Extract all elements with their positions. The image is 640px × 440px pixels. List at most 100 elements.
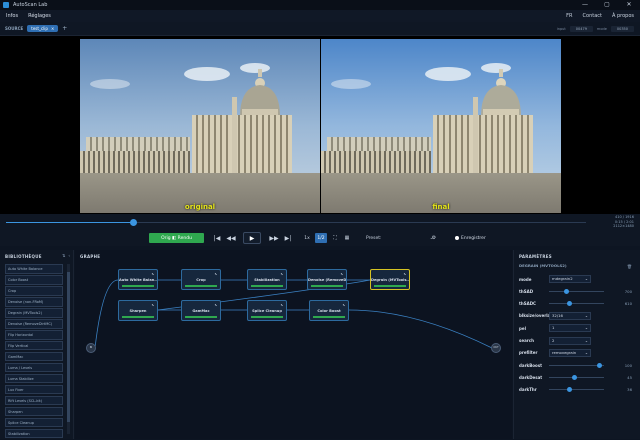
node-toggle-icon[interactable]: ⬉: [342, 303, 345, 307]
library-item[interactable]: Flip Horizontal: [5, 329, 63, 340]
library-item[interactable]: Denoise (non-FRoM): [5, 296, 63, 307]
library-item[interactable]: Degrain (MVTools2): [5, 307, 63, 318]
graph-node[interactable]: ⬉ Degrain (MVTools…: [370, 269, 410, 290]
fast-forward-icon[interactable]: ▶▶: [268, 233, 280, 243]
graph-node[interactable]: ⬉ Auto White Balan…: [118, 269, 158, 290]
param-value: removegrain: [552, 349, 577, 355]
skip-start-icon[interactable]: |◀: [212, 233, 222, 243]
graph-node[interactable]: ⬉ GamMac: [181, 300, 221, 321]
close-button[interactable]: ✕: [618, 0, 640, 10]
library-item[interactable]: Splice Cleanup: [5, 417, 63, 428]
compare-toggle-button[interactable]: Orig ◧ Rendu: [149, 233, 204, 243]
graph-node[interactable]: ⬉ Splice Cleanup: [247, 300, 287, 321]
node-toggle-icon[interactable]: ⬉: [280, 303, 283, 307]
chevron-down-icon: ⌄: [584, 276, 588, 281]
gear-icon[interactable]: ⚙: [430, 233, 438, 243]
node-toggle-icon[interactable]: ⬉: [214, 303, 217, 307]
param-slider[interactable]: [549, 288, 604, 294]
source-bar: SOURCE test_clip × + input 00479 mode 00…: [0, 22, 640, 36]
frame-counter: 410 / 1916: [615, 215, 634, 219]
library-scrollbar[interactable]: [67, 264, 70, 434]
final-preview[interactable]: final: [321, 39, 561, 213]
skip-end-icon[interactable]: ▶|: [283, 233, 293, 243]
collapse-icon[interactable]: ‹: [68, 253, 70, 258]
library-item[interactable]: Auto White Balance: [5, 264, 63, 274]
library-item[interactable]: Lux Fixer: [5, 384, 63, 395]
param-value: mdegrain2: [552, 276, 573, 281]
sort-icon[interactable]: ⇅: [62, 253, 65, 258]
menu-settings[interactable]: Réglages: [28, 13, 51, 19]
fullscreen-icon[interactable]: ⛶: [331, 233, 339, 243]
language-toggle[interactable]: FR: [566, 13, 572, 19]
param-value: 700: [624, 288, 632, 294]
timeline-scrubber[interactable]: [130, 219, 138, 226]
node-toggle-icon[interactable]: ⬉: [403, 272, 406, 276]
library-item[interactable]: Sharpen: [5, 406, 63, 417]
node-toggle-icon[interactable]: ⬉: [151, 303, 154, 307]
library-list: Auto White Balance Color Boost Crop Denoise…: [5, 264, 63, 440]
param-label: darkDesat: [519, 374, 543, 380]
param-row-prefilter: prefilter removegrain ⌄: [519, 348, 637, 358]
library-item[interactable]: Denoise (RemoveDirtMC): [5, 318, 63, 329]
param-select[interactable]: 2 ⌄: [549, 336, 591, 345]
speed-1x-button[interactable]: 1x: [302, 233, 312, 243]
preset-selector[interactable]: Preset: ⌄: [366, 233, 433, 243]
add-source-button[interactable]: +: [62, 25, 67, 32]
library-item[interactable]: Rift Levels (SCL-kit): [5, 395, 63, 406]
library-item[interactable]: Crop: [5, 285, 63, 296]
minimize-button[interactable]: —: [574, 0, 596, 10]
param-label: darkThr: [519, 387, 537, 393]
speed-half-button[interactable]: 1/2: [315, 233, 327, 243]
library-item[interactable]: Luma Stabilize: [5, 373, 63, 384]
param-select[interactable]: 1 ⌄: [549, 324, 591, 333]
node-toggle-icon[interactable]: ⬉: [340, 272, 343, 276]
menu-infos[interactable]: Infos: [6, 13, 18, 19]
source-tab-label: test_clip: [31, 26, 48, 31]
save-button[interactable]: Enregistrer: [455, 233, 486, 243]
graph-node[interactable]: ⬉ Crop: [181, 269, 221, 290]
graph-node[interactable]: ⬉ Color Boost: [309, 300, 349, 321]
param-row-darkboost: darkBoost 100: [519, 360, 637, 370]
grid-icon[interactable]: ▦: [343, 233, 351, 243]
graph-node[interactable]: ⬉ Denoise (RemoveD…: [307, 269, 347, 290]
node-status-bar: [311, 285, 343, 287]
rewind-icon[interactable]: ◀◀: [225, 233, 237, 243]
menu-about[interactable]: À propos: [612, 13, 634, 19]
graph-node[interactable]: ⬉ Stabilization: [247, 269, 287, 290]
param-slider[interactable]: [549, 374, 604, 380]
original-label: original: [184, 203, 216, 211]
source-label: SOURCE: [5, 26, 24, 31]
library-item[interactable]: Stabilization: [5, 428, 63, 439]
library-item[interactable]: Luma / Levels: [5, 362, 63, 373]
menu-contact[interactable]: Contact: [583, 13, 602, 19]
param-label: pel: [519, 325, 526, 331]
param-slider[interactable]: [549, 362, 604, 368]
trash-icon[interactable]: 🗑: [627, 264, 632, 269]
library-item[interactable]: Flip Vertical: [5, 340, 63, 351]
node-toggle-icon[interactable]: ⬉: [151, 272, 154, 276]
library-item[interactable]: Color Boost: [5, 274, 63, 285]
param-select[interactable]: 32/16 ⌄: [549, 311, 591, 320]
close-icon[interactable]: ×: [51, 26, 54, 31]
play-icon: ▶: [249, 234, 255, 242]
node-toggle-icon[interactable]: ⬉: [280, 272, 283, 276]
library-item[interactable]: GamMac: [5, 351, 63, 362]
play-button[interactable]: ▶: [243, 232, 261, 244]
graph-output-node[interactable]: OUT: [491, 343, 501, 353]
node-toggle-icon[interactable]: ⬉: [214, 272, 217, 276]
original-preview[interactable]: original: [80, 39, 320, 213]
param-select[interactable]: mdegrain2 ⌄: [549, 275, 591, 283]
param-label: blksize/overlap: [519, 313, 554, 319]
source-info-label: input: [556, 27, 566, 31]
source-tab[interactable]: test_clip ×: [27, 25, 59, 32]
timeline-track[interactable]: [6, 222, 586, 223]
param-select[interactable]: removegrain ⌄: [549, 348, 591, 357]
graph-node[interactable]: ⬉ Sharpen: [118, 300, 158, 321]
timecode: 410 / 1916 0:15 / 2:01 2112×1480: [613, 215, 634, 229]
param-slider[interactable]: [549, 301, 604, 307]
param-row-search: search 2 ⌄: [519, 336, 637, 346]
graph-input-node[interactable]: IN: [86, 343, 96, 353]
maximize-button[interactable]: ▢: [596, 0, 618, 10]
node-status-bar: [251, 285, 283, 287]
param-slider[interactable]: [549, 387, 604, 393]
